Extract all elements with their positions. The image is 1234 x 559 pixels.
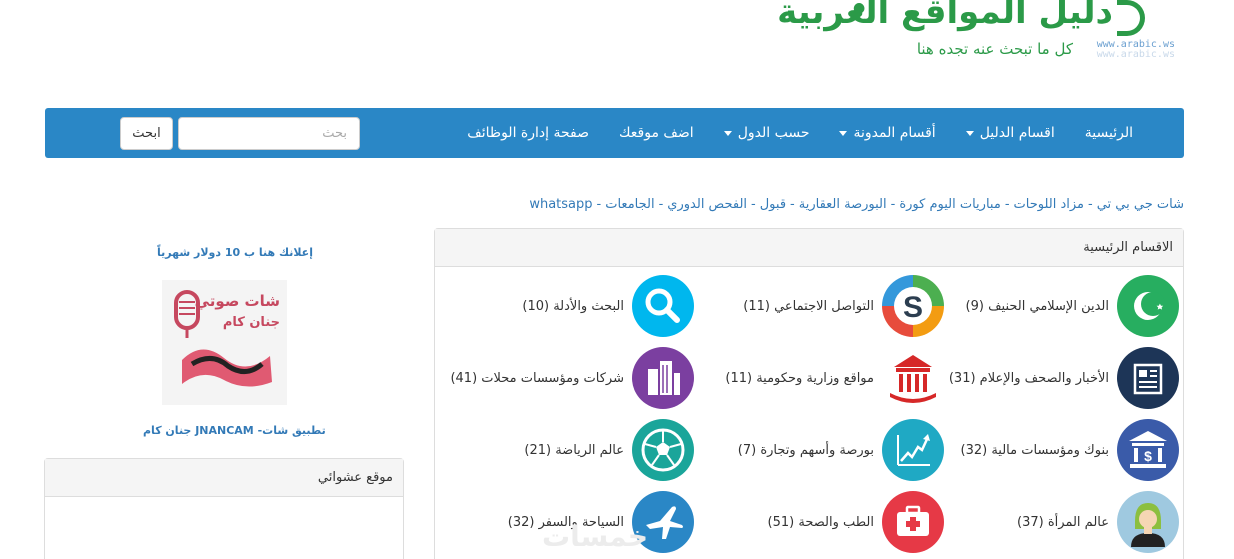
quick-link[interactable]: البورصة العقارية [799, 197, 887, 212]
category-label: الدين الإسلامي الحنيف (9) [965, 298, 1109, 314]
category-government[interactable]: مواقع وزارية وحكومية (11) [694, 347, 944, 409]
logo-tagline: كل ما تبحث عنه تجده هنا [916, 40, 1073, 58]
bank-icon: $ [1117, 419, 1179, 481]
site-logo[interactable]: ● دليل المواقع العربية كل ما تبحث عنه تج… [777, 0, 1175, 64]
svg-text:$: $ [1144, 448, 1152, 464]
logo-mark-icon [1117, 0, 1145, 36]
nav-item-label: حسب الدول [737, 125, 810, 141]
ad-caption-link[interactable]: تطبيق شات- JNANCAM جنان كام [143, 424, 326, 437]
government-building-icon [882, 347, 944, 409]
category-sports[interactable]: عالم الرياضة (21) [444, 419, 694, 481]
caret-down-icon [965, 130, 974, 136]
nav-item-by-country[interactable]: حسب الدول [709, 125, 825, 141]
search-input[interactable] [178, 117, 360, 150]
svg-text:S: S [903, 291, 923, 324]
logo-url: www.arabic.ws www.arabic.ws [1097, 40, 1175, 60]
nav-item-label: اضف موقعك [619, 125, 694, 141]
category-label: عالم الرياضة (21) [524, 442, 624, 458]
logo-title: دليل المواقع العربية [777, 0, 1114, 32]
social-s-icon: S [882, 275, 944, 337]
panel-title: الاقسام الرئيسية [435, 229, 1183, 267]
nav-item-label: صفحة إدارة الوظائف [467, 125, 589, 141]
category-label: الأخبار والصحف والإعلام (31) [948, 370, 1109, 386]
category-grid: الدين الإسلامي الحنيف (9) S التواصل الاج… [439, 275, 1179, 553]
nav-item-blog-sections[interactable]: أقسام المدونة [824, 125, 950, 141]
crescent-icon [1117, 275, 1179, 337]
buildings-icon [632, 347, 694, 409]
watermark: خمسات [542, 520, 649, 553]
ad-banner-image[interactable]: شات صوتي جنان كام [162, 280, 287, 405]
category-label: عالم المرأة (37) [1017, 514, 1109, 530]
medical-kit-icon [882, 491, 944, 553]
main-categories-panel: الاقسام الرئيسية الدين الإسلامي الحنيف (… [434, 228, 1184, 559]
category-women[interactable]: عالم المرأة (37) [944, 491, 1179, 553]
random-site-title: موقع عشوائي [45, 459, 403, 497]
quick-link[interactable]: الفحص الدوري [667, 197, 747, 212]
random-site-panel: موقع عشوائي [44, 458, 404, 559]
ad-image-text: شات صوتي [195, 292, 280, 310]
category-label: بنوك ومؤسسات مالية (32) [960, 442, 1110, 458]
link-separator: - [1088, 197, 1093, 212]
caret-down-icon [839, 130, 848, 136]
link-separator: - [658, 197, 664, 212]
search-icon [632, 275, 694, 337]
nav-item-jobs-admin[interactable]: صفحة إدارة الوظائف [452, 125, 604, 141]
nav-item-home[interactable]: الرئيسية [1070, 125, 1148, 141]
category-stocks[interactable]: بورصة وأسهم وتجارة (7) [694, 419, 944, 481]
category-label: مواقع وزارية وحكومية (11) [725, 370, 874, 386]
ad-title-link[interactable]: إعلانك هنا ب 10 دولار شهرياً [157, 246, 313, 259]
search-button[interactable]: ابحث [120, 117, 173, 150]
quick-links: شات جي بي تي-مزاد اللوحات-مباريات اليوم … [529, 197, 1184, 212]
link-separator: - [790, 197, 795, 212]
caret-down-icon [723, 130, 732, 136]
nav-menu: الرئيسية اقسام الدليل أقسام المدونة حسب … [452, 108, 1148, 158]
category-label: الطب والصحة (51) [767, 514, 874, 530]
link-separator: - [751, 197, 756, 212]
quick-link[interactable]: قبول [760, 197, 786, 212]
nav-item-add-site[interactable]: اضف موقعك [604, 125, 709, 141]
category-label: التواصل الاجتماعي (11) [743, 298, 874, 314]
quick-link[interactable]: مزاد اللوحات [1014, 197, 1085, 212]
quick-link[interactable]: whatsapp [529, 197, 592, 212]
category-search[interactable]: البحث والأدلة (10) [444, 275, 694, 337]
stock-chart-icon [882, 419, 944, 481]
category-news[interactable]: الأخبار والصحف والإعلام (31) [944, 347, 1179, 409]
quick-link[interactable]: مباريات اليوم كورة [899, 197, 1000, 212]
logo-url-reflection: www.arabic.ws [1096, 49, 1175, 60]
quick-link[interactable]: شات جي بي تي [1097, 197, 1184, 212]
main-navbar: الرئيسية اقسام الدليل أقسام المدونة حسب … [45, 108, 1184, 158]
nav-item-directory-sections[interactable]: اقسام الدليل [951, 125, 1070, 141]
newspaper-icon [1117, 347, 1179, 409]
football-icon [632, 419, 694, 481]
nav-item-label: اقسام الدليل [979, 125, 1055, 141]
category-label: بورصة وأسهم وتجارة (7) [737, 442, 874, 458]
category-banks[interactable]: $ بنوك ومؤسسات مالية (32) [944, 419, 1179, 481]
link-separator: - [1004, 197, 1010, 212]
category-health[interactable]: الطب والصحة (51) [694, 491, 944, 553]
link-separator: - [890, 197, 896, 212]
category-label: البحث والأدلة (10) [522, 298, 624, 314]
quick-link[interactable]: الجامعات [605, 197, 654, 212]
nav-item-label: الرئيسية [1084, 125, 1133, 141]
category-islam[interactable]: الدين الإسلامي الحنيف (9) [944, 275, 1179, 337]
category-companies[interactable]: شركات ومؤسسات محلات (41) [444, 347, 694, 409]
link-separator: - [596, 197, 602, 212]
category-label: شركات ومؤسسات محلات (41) [450, 370, 624, 386]
nav-item-label: أقسام المدونة [853, 125, 936, 141]
woman-icon [1117, 491, 1179, 553]
category-social[interactable]: S التواصل الاجتماعي (11) [694, 275, 944, 337]
ad-image-text-2: جنان كام [223, 315, 280, 330]
